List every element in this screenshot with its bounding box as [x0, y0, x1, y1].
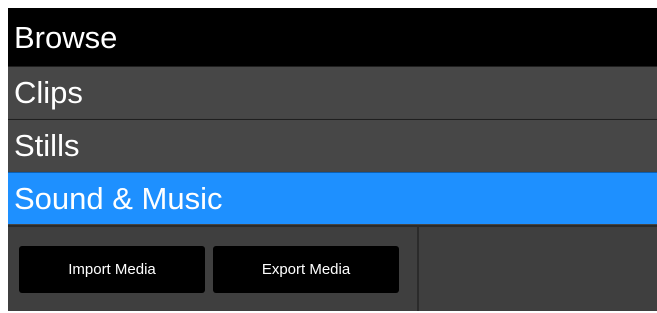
browse-header: Browse	[8, 8, 657, 66]
browse-item-sound-music[interactable]: Sound & Music	[8, 172, 657, 224]
browse-item-stills[interactable]: Stills	[8, 119, 657, 171]
import-media-button[interactable]: Import Media	[19, 246, 205, 293]
button-bar-divider	[417, 225, 419, 311]
export-media-button[interactable]: Export Media	[213, 246, 399, 293]
browse-item-clips[interactable]: Clips	[8, 66, 657, 118]
